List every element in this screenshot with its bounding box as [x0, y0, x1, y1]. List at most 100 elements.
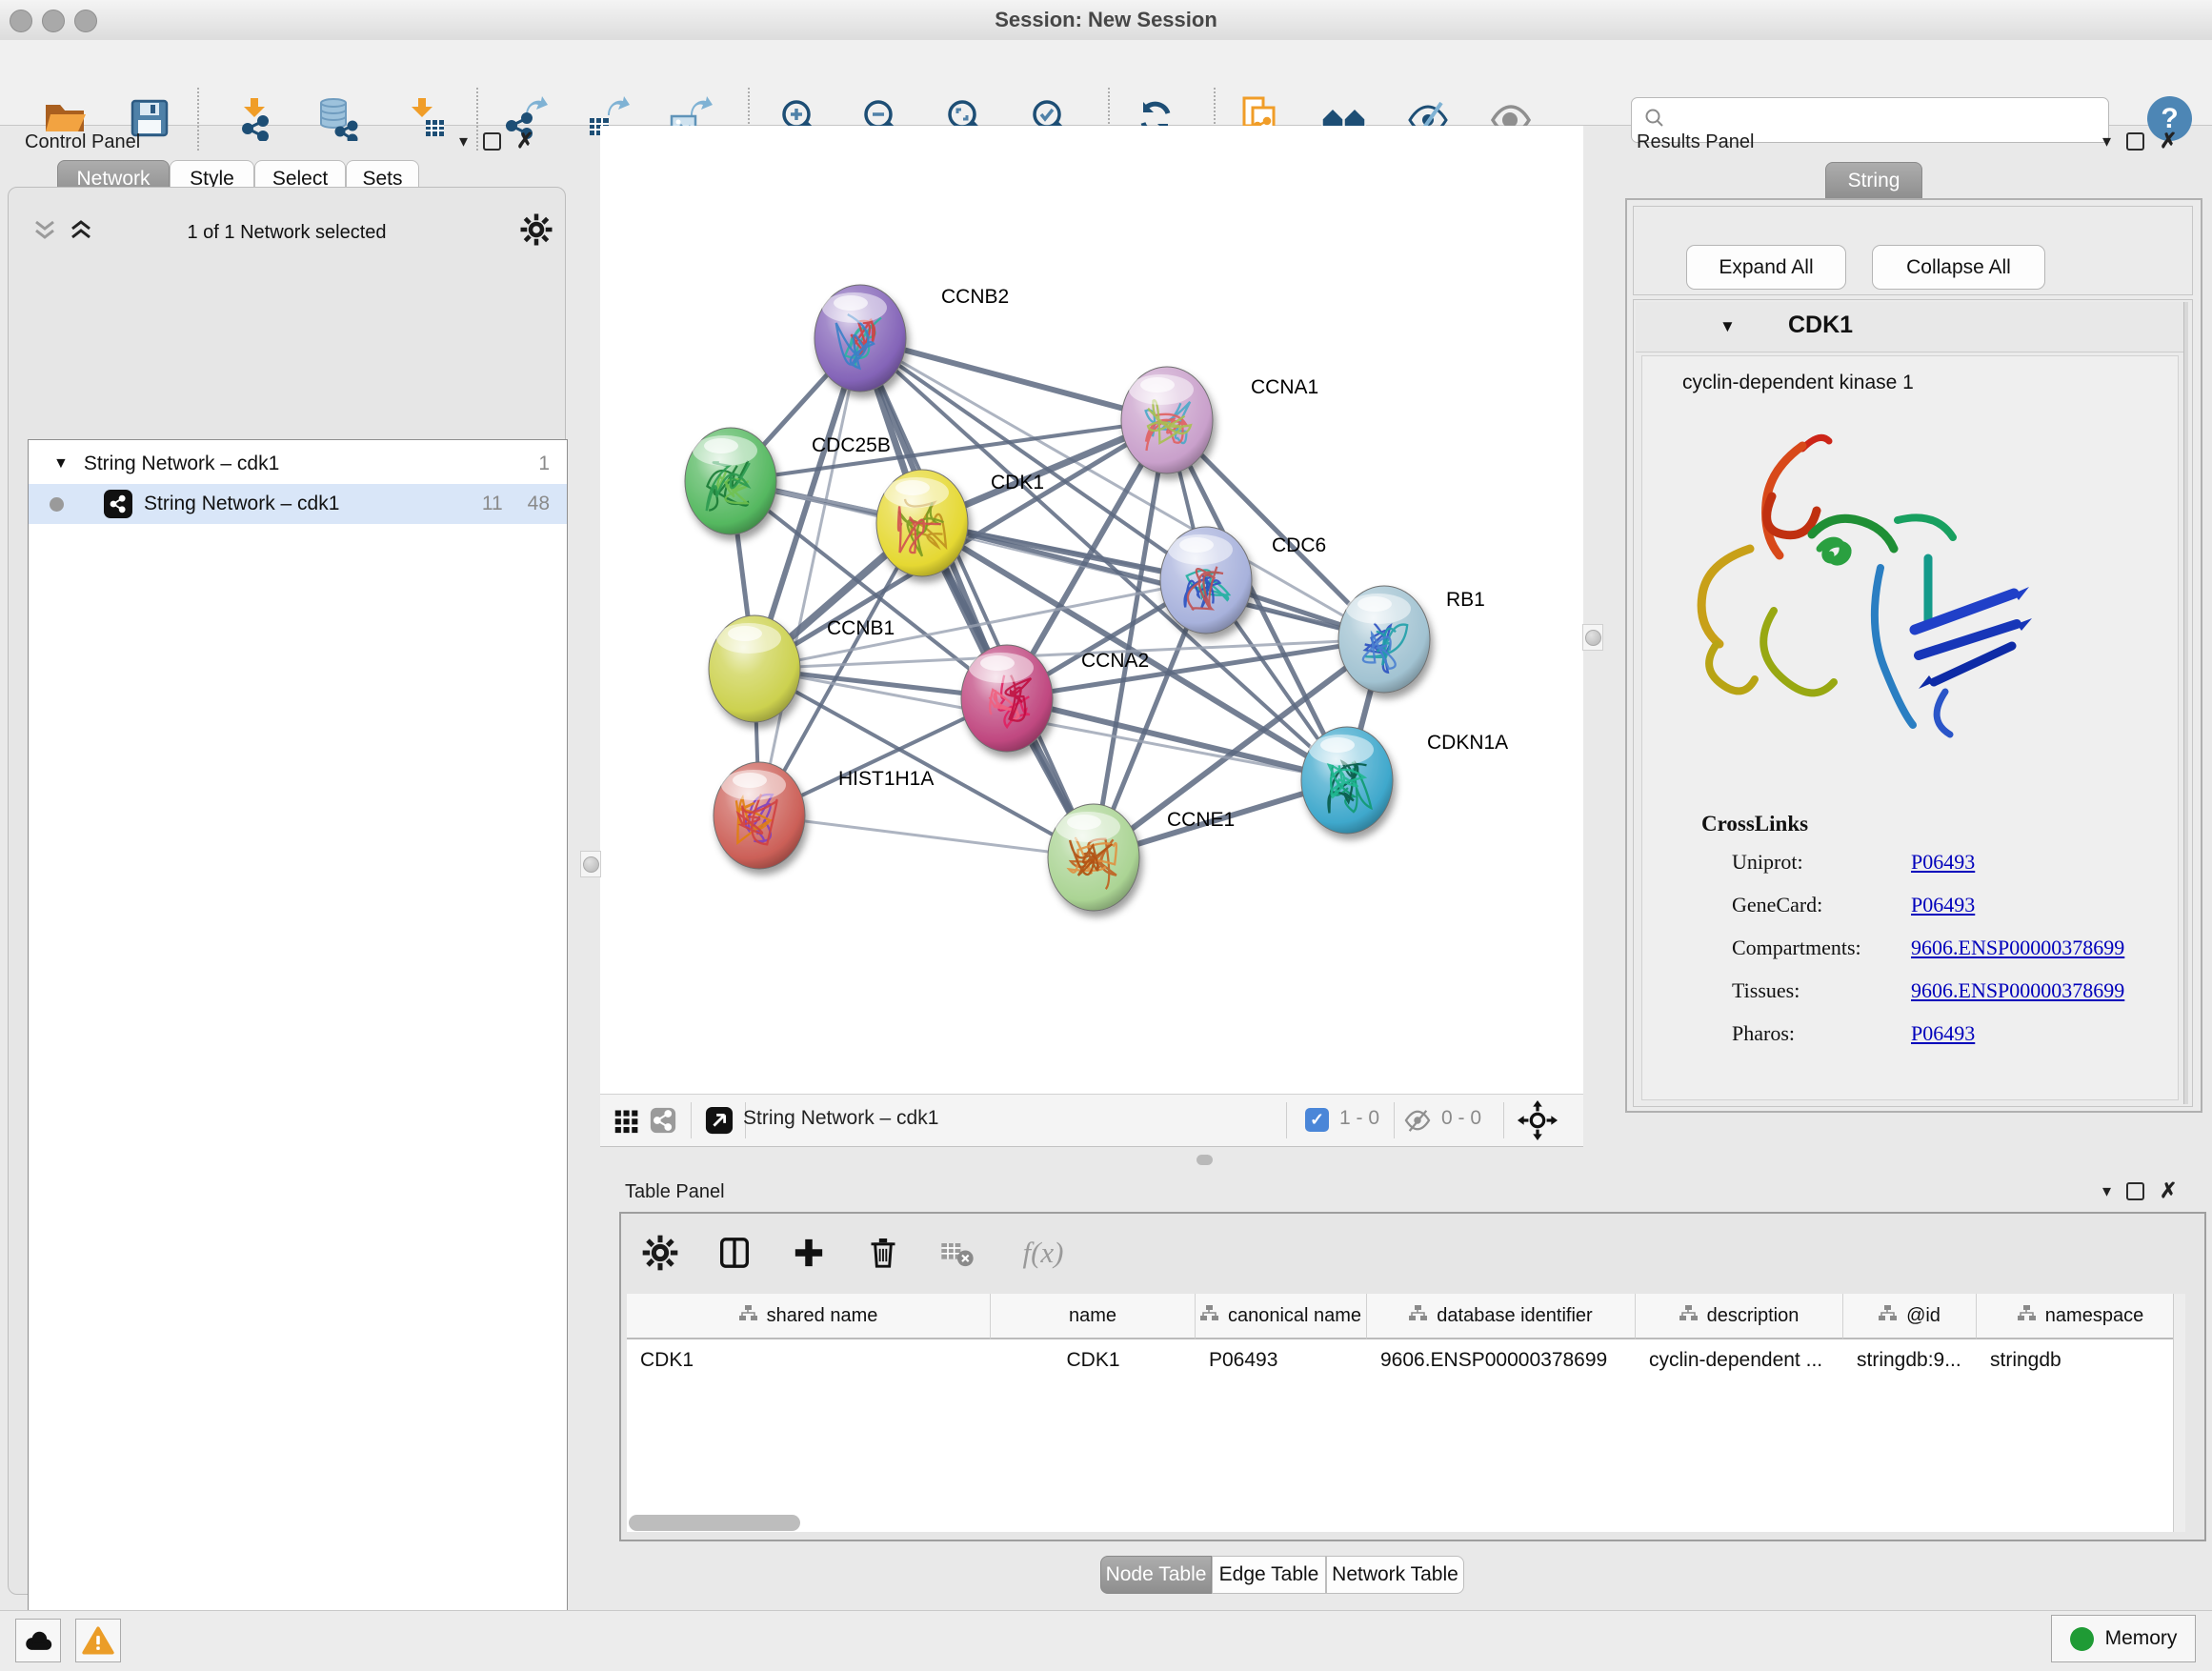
- import-table-icon[interactable]: [402, 95, 448, 141]
- selected-checkbox-icon[interactable]: ✓: [1305, 1108, 1329, 1132]
- table-horizontal-scrollbar[interactable]: [629, 1515, 800, 1531]
- table-cell[interactable]: stringdb: [1977, 1339, 2185, 1381]
- column-header-canonical-name[interactable]: canonical name: [1196, 1294, 1367, 1339]
- node-label-HIST1H1A: HIST1H1A: [838, 768, 934, 790]
- node-CCNB1[interactable]: [709, 615, 800, 722]
- node-CCNA1[interactable]: [1121, 367, 1213, 473]
- network-selection-status: 1 of 1 Network selected: [9, 222, 565, 244]
- node-CDC25B[interactable]: [685, 428, 776, 534]
- table-cell[interactable]: CDK1: [627, 1339, 991, 1381]
- table-cell[interactable]: 9606.ENSP00000378699: [1367, 1339, 1636, 1381]
- crosslink-link[interactable]: 9606.ENSP00000378699: [1911, 936, 2124, 960]
- tab-network-table[interactable]: Network Table: [1326, 1556, 1464, 1594]
- column-header-label: namespace: [2045, 1305, 2143, 1327]
- column-header-database-identifier[interactable]: database identifier: [1367, 1294, 1636, 1339]
- collapse-panel-icon[interactable]: ▾: [2102, 132, 2111, 150]
- crosslink-link[interactable]: P06493: [1911, 893, 1975, 917]
- collection-expand-icon[interactable]: ▼: [53, 455, 69, 473]
- column-header--id[interactable]: @id: [1843, 1294, 1977, 1339]
- float-panel-icon[interactable]: [483, 132, 501, 151]
- tab-edge-table[interactable]: Edge Table: [1212, 1556, 1326, 1594]
- column-header-name[interactable]: name: [991, 1294, 1196, 1339]
- expand-all-button[interactable]: Expand All: [1686, 245, 1846, 290]
- table-panel-controls: ▾ ✗: [2102, 1179, 2177, 1202]
- edge-layer: [731, 338, 1384, 857]
- add-column-icon[interactable]: [787, 1231, 831, 1275]
- grid-view-icon[interactable]: [613, 1107, 640, 1138]
- node-label-CDKN1A: CDKN1A: [1427, 732, 1508, 754]
- table-cell[interactable]: cyclin-dependent ...: [1636, 1339, 1843, 1381]
- crosslink-link[interactable]: 9606.ENSP00000378699: [1911, 978, 2124, 1003]
- edge-CCNB2-HIST1H1A[interactable]: [759, 338, 860, 815]
- column-header-description[interactable]: description: [1636, 1294, 1843, 1339]
- crosslink-link[interactable]: P06493: [1911, 850, 1975, 875]
- memory-button[interactable]: Memory: [2051, 1615, 2196, 1662]
- cloud-icon[interactable]: [15, 1619, 61, 1662]
- import-network-from-database-icon[interactable]: [314, 95, 360, 141]
- column-header-label: database identifier: [1437, 1305, 1592, 1327]
- table-cell[interactable]: stringdb:9...: [1843, 1339, 1977, 1381]
- edge-HIST1H1A-CCNE1[interactable]: [759, 815, 1094, 857]
- gene-details: cyclin-dependent kinase 1: [1641, 355, 2179, 1100]
- table-cell[interactable]: P06493: [1196, 1339, 1367, 1381]
- collection-count: 1: [538, 453, 550, 475]
- network-node-count: 11: [482, 493, 503, 515]
- section-expand-icon[interactable]: ▼: [1719, 317, 1736, 336]
- hidden-eye-slash-icon[interactable]: [1403, 1108, 1432, 1137]
- network-canvas[interactable]: CCNB2CCNA1CDC25BCDK1CDC6RB1CCNB1CCNA2CDK…: [600, 126, 1583, 1094]
- node-HIST1H1A[interactable]: [714, 762, 805, 869]
- protein-structure-image: [1659, 406, 2069, 777]
- network-collection-row[interactable]: ▼ String Network – cdk1 1: [29, 444, 567, 484]
- delete-table-icon[interactable]: [935, 1231, 979, 1275]
- network-share-icon[interactable]: [650, 1107, 676, 1138]
- close-panel-icon[interactable]: ✗: [2160, 1180, 2177, 1201]
- hidden-counts: 0 - 0: [1441, 1107, 1481, 1130]
- network-row-selected[interactable]: String Network – cdk1 11 48: [29, 484, 567, 524]
- table-vertical-scrollbar[interactable]: [2173, 1294, 2185, 1532]
- node-RB1[interactable]: [1338, 586, 1430, 693]
- node-label-CDC25B: CDC25B: [812, 434, 891, 456]
- delete-column-trash-icon[interactable]: [861, 1231, 905, 1275]
- column-header-namespace[interactable]: namespace: [1977, 1294, 2185, 1339]
- toolbar-separator: [197, 88, 199, 151]
- detach-view-icon[interactable]: [705, 1106, 734, 1139]
- tab-node-table[interactable]: Node Table: [1100, 1556, 1212, 1594]
- close-panel-icon[interactable]: ✗: [516, 131, 533, 151]
- node-CDKN1A[interactable]: [1301, 727, 1393, 834]
- warning-icon[interactable]: [75, 1619, 121, 1662]
- float-panel-icon[interactable]: [2126, 1182, 2144, 1200]
- float-panel-icon[interactable]: [2126, 132, 2144, 151]
- collapse-all-button[interactable]: Collapse All: [1872, 245, 2045, 290]
- birdseye-navigator-icon[interactable]: [1517, 1099, 1558, 1146]
- import-network-icon[interactable]: [234, 95, 280, 141]
- node-label-CDK1: CDK1: [991, 472, 1044, 493]
- column-header-shared-name[interactable]: shared name: [627, 1294, 991, 1339]
- shared-column-icon: [1679, 1305, 1698, 1327]
- right-splitter-handle[interactable]: [1582, 624, 1603, 651]
- tab-string[interactable]: String: [1825, 162, 1922, 200]
- node-CCNA2[interactable]: [961, 645, 1053, 752]
- network-options-gear-icon[interactable]: [519, 212, 553, 252]
- collapse-panel-icon[interactable]: ▾: [2102, 1182, 2111, 1199]
- node-CDK1[interactable]: [876, 470, 968, 576]
- bottom-splitter-handle[interactable]: [1196, 1155, 1213, 1165]
- results-scrollbar[interactable]: [2183, 302, 2188, 1104]
- crosslink-link[interactable]: P06493: [1911, 1021, 1975, 1046]
- network-edge-count: 48: [528, 493, 550, 515]
- node-CCNB2[interactable]: [814, 285, 906, 392]
- column-header-label: @id: [1906, 1305, 1941, 1327]
- table-cell[interactable]: CDK1: [991, 1339, 1196, 1381]
- close-panel-icon[interactable]: ✗: [2160, 131, 2177, 151]
- shared-column-icon: [1409, 1305, 1427, 1327]
- node-label-RB1: RB1: [1446, 589, 1485, 611]
- function-builder-icon[interactable]: f(x): [1010, 1231, 1076, 1275]
- left-splitter-handle[interactable]: [580, 851, 601, 877]
- results-panel-title: Results Panel: [1637, 131, 1754, 153]
- network-label: String Network – cdk1: [144, 493, 339, 515]
- show-columns-icon[interactable]: [713, 1231, 756, 1275]
- node-CCNE1[interactable]: [1048, 804, 1139, 911]
- table-options-gear-icon[interactable]: [638, 1231, 682, 1275]
- gene-section-header[interactable]: ▼ CDK1: [1636, 302, 2186, 352]
- node-CDC6[interactable]: [1160, 527, 1252, 634]
- collapse-panel-icon[interactable]: ▾: [459, 132, 468, 150]
